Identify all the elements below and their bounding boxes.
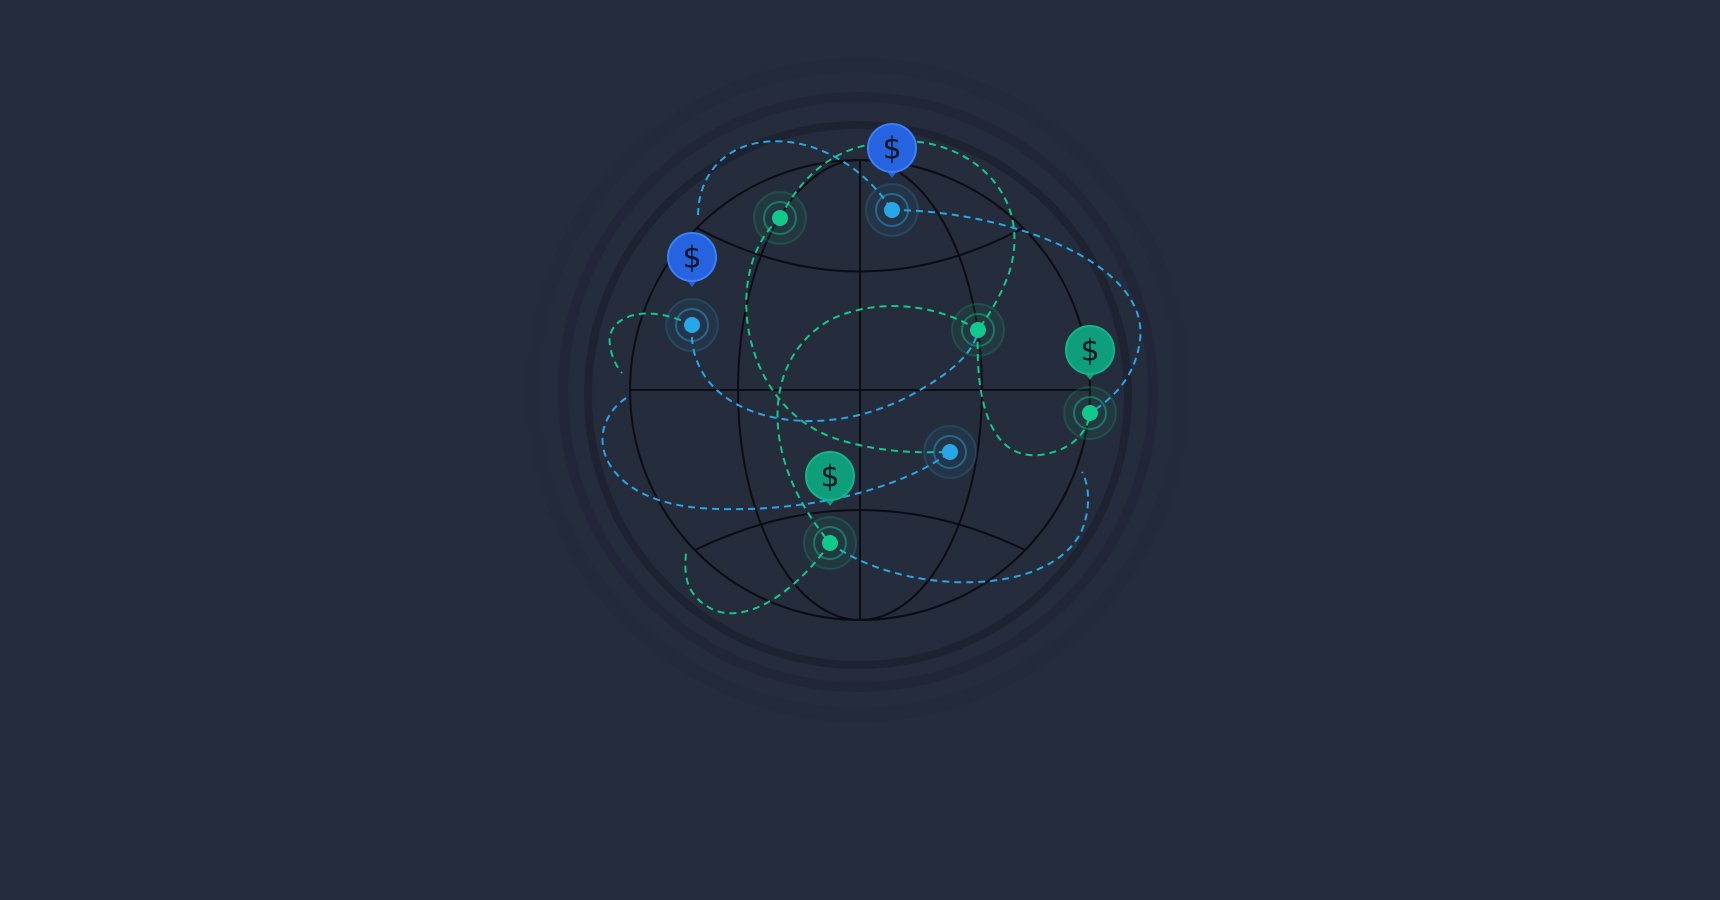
dollar-pins: $ $ $ $	[667, 123, 1115, 506]
blue-route	[829, 471, 1089, 584]
dollar-sign: $	[820, 460, 839, 495]
dollar-pin-icon: $	[805, 451, 855, 506]
node-marker-blue	[665, 298, 719, 352]
green-route	[776, 305, 979, 544]
node-marker-green	[1063, 386, 1117, 440]
node-marker-green	[803, 516, 857, 570]
dollar-pin-icon: $	[667, 232, 717, 287]
dollar-pin-icon: $	[867, 123, 917, 178]
globe-icon	[629, 159, 1091, 621]
dollar-sign: $	[1080, 334, 1099, 369]
blue-route	[690, 324, 979, 422]
node-marker-blue	[865, 183, 919, 237]
node-marker-green	[753, 191, 807, 245]
illustration-canvas: $ $ $ $	[0, 0, 1720, 900]
dollar-sign: $	[682, 241, 701, 276]
node-marker-blue	[923, 425, 977, 479]
node-marker-green	[951, 303, 1005, 357]
dollar-pin-icon: $	[1065, 325, 1115, 380]
global-payments-illustration: $ $ $ $	[526, 58, 1190, 722]
blue-route	[891, 209, 1142, 414]
dollar-sign: $	[882, 132, 901, 167]
